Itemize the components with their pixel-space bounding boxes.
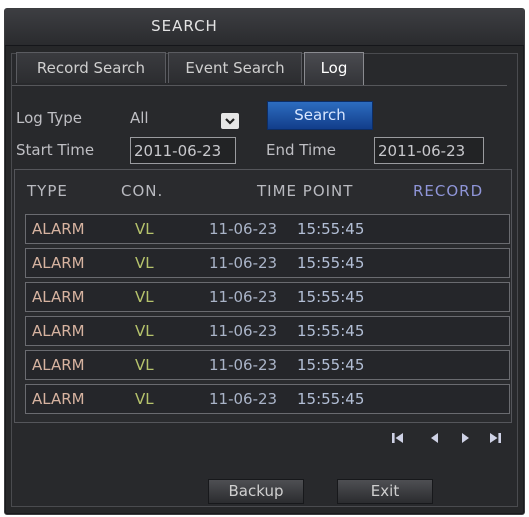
row-type: ALARM	[32, 322, 85, 340]
table-row[interactable]: ALARM VL 11-06-23 15:55:45	[25, 350, 510, 380]
end-time-field[interactable]: 2011-06-23	[374, 137, 484, 164]
last-page-icon[interactable]	[488, 430, 502, 444]
table-row[interactable]: ALARM VL 11-06-23 15:55:45	[25, 316, 510, 346]
row-con: VL	[135, 220, 154, 238]
col-header-time-point: TIME POINT	[257, 182, 354, 200]
backup-button[interactable]: Backup	[208, 479, 304, 504]
window-title: SEARCH	[151, 17, 218, 35]
row-type: ALARM	[32, 254, 85, 272]
log-table: TYPE CON. TIME POINT RECORD ALARM VL 11-…	[14, 169, 512, 423]
log-type-label: Log Type	[16, 109, 83, 127]
table-row[interactable]: ALARM VL 11-06-23 15:55:45	[25, 384, 510, 414]
row-date: 11-06-23	[209, 356, 278, 374]
log-type-select[interactable]: All	[130, 109, 149, 127]
row-time: 15:55:45	[297, 322, 365, 340]
tab-log[interactable]: Log	[304, 52, 364, 85]
row-con: VL	[135, 356, 154, 374]
search-button[interactable]: Search	[267, 101, 373, 130]
row-con: VL	[135, 322, 154, 340]
row-date: 11-06-23	[209, 288, 278, 306]
col-header-con: CON.	[121, 182, 164, 200]
first-page-icon[interactable]	[391, 430, 405, 444]
end-time-label: End Time	[266, 141, 336, 159]
col-header-record: RECORD	[413, 182, 484, 200]
prev-page-icon[interactable]	[428, 430, 442, 444]
row-date: 11-06-23	[209, 220, 278, 238]
row-time: 15:55:45	[297, 220, 365, 238]
row-con: VL	[135, 254, 154, 272]
row-date: 11-06-23	[209, 322, 278, 340]
table-row[interactable]: ALARM VL 11-06-23 15:55:45	[25, 282, 510, 312]
row-type: ALARM	[32, 220, 85, 238]
col-header-type: TYPE	[27, 182, 68, 200]
row-time: 15:55:45	[297, 254, 365, 272]
table-row[interactable]: ALARM VL 11-06-23 15:55:45	[25, 214, 510, 244]
start-time-field[interactable]: 2011-06-23	[130, 137, 236, 164]
row-time: 15:55:45	[297, 356, 365, 374]
next-page-icon[interactable]	[458, 430, 472, 444]
row-date: 11-06-23	[209, 390, 278, 408]
row-time: 15:55:45	[297, 390, 365, 408]
row-date: 11-06-23	[209, 254, 278, 272]
title-bar: SEARCH	[5, 9, 524, 46]
row-type: ALARM	[32, 390, 85, 408]
start-time-label: Start Time	[16, 141, 95, 159]
row-con: VL	[135, 288, 154, 306]
row-type: ALARM	[32, 288, 85, 306]
exit-button[interactable]: Exit	[337, 479, 433, 504]
row-time: 15:55:45	[297, 288, 365, 306]
chevron-down-icon[interactable]	[221, 113, 239, 129]
tab-event-search[interactable]: Event Search	[168, 52, 302, 83]
row-type: ALARM	[32, 356, 85, 374]
tab-record-search[interactable]: Record Search	[16, 52, 166, 83]
table-row[interactable]: ALARM VL 11-06-23 15:55:45	[25, 248, 510, 278]
tab-divider	[12, 85, 507, 86]
row-con: VL	[135, 390, 154, 408]
